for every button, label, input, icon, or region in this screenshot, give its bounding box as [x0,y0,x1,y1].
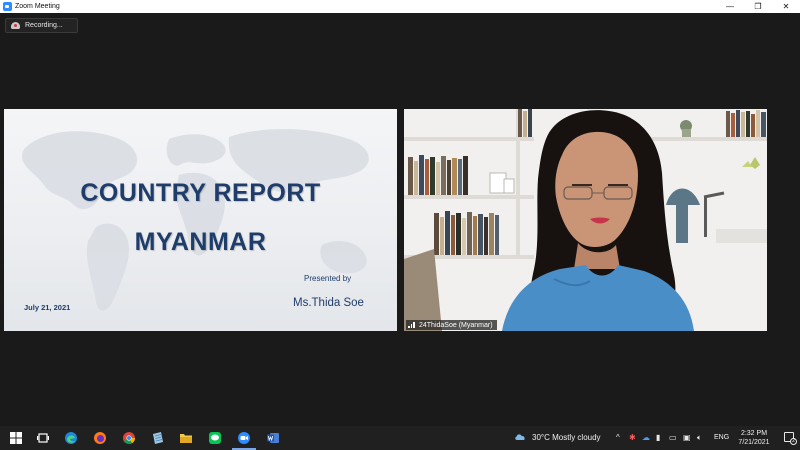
slide-title-line2: MYANMAR [134,228,267,256]
participant-name: 24ThidaSoe (Myanmar) [419,321,493,329]
task-view-icon[interactable] [36,431,50,445]
network-icon[interactable]: ▣ [683,433,691,442]
zoom-icon[interactable] [237,431,251,445]
windows-taskbar: 30°C Mostly cloudy ^ ✱ ☁ ▮ ▭ ▣ 🔈︎ ENG 2:… [0,426,800,450]
edge-icon[interactable] [64,431,78,445]
clock-date: 7/21/2021 [738,439,770,446]
weather-widget[interactable]: 30°C Mostly cloudy [532,433,601,442]
participant-name-tag: 24ThidaSoe (Myanmar) [406,320,497,330]
minimize-button[interactable]: — [716,0,744,13]
firefox-icon[interactable] [93,431,107,445]
chrome-icon[interactable] [122,431,136,445]
word-icon[interactable] [266,431,280,445]
slide-date: July 21, 2021 [24,303,71,312]
microphone-icon[interactable]: ▮ [656,433,660,442]
notification-count: 2 [790,438,797,445]
shared-slide[interactable]: COUNTRY REPORT MYANMAR Presented by July… [4,109,397,331]
slide-title-line1: COUNTRY REPORT [80,179,321,207]
window-controls: — ❐ ✕ [716,0,800,13]
windows-start-icon[interactable] [9,431,23,445]
recording-indicator[interactable]: Recording... [5,18,78,33]
maximize-button[interactable]: ❐ [744,0,772,13]
participant-video[interactable]: 24ThidaSoe (Myanmar) [404,109,767,331]
presenter-name: Ms.Thida Soe [293,297,364,309]
window-title: Zoom Meeting [15,3,60,10]
input-language[interactable]: ENG [714,434,729,441]
presented-by-label: Presented by [304,274,352,283]
volume-icon[interactable]: 🔈︎ [697,433,702,443]
recording-label: Recording... [25,22,63,29]
cloud-recording-icon [11,22,20,29]
signal-strength-icon [408,322,416,328]
cloud-weather-icon[interactable] [514,433,526,441]
notepad-icon[interactable] [151,431,165,445]
video-frame-illustration [404,109,767,331]
onedrive-icon[interactable]: ☁ [642,433,650,442]
clock[interactable]: 2:32 PM 7/21/2021 [732,429,776,447]
clock-time: 2:32 PM [740,430,768,437]
app-tray-icon[interactable]: ✱ [629,433,636,442]
battery-icon[interactable]: ▭ [669,433,677,442]
show-hidden-icons-icon[interactable]: ^ [616,433,620,442]
close-button[interactable]: ✕ [772,0,800,13]
line-icon[interactable] [208,431,222,445]
file-explorer-icon[interactable] [179,431,193,445]
title-bar: Zoom Meeting — ❐ ✕ [0,0,800,13]
zoom-app-icon [3,2,12,11]
